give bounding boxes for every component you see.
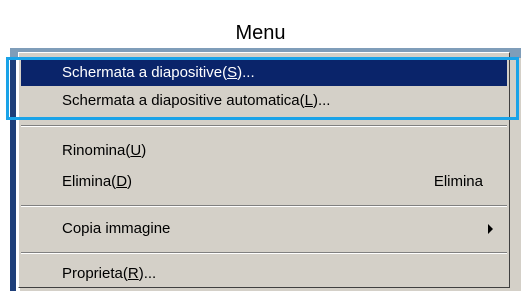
menu-item-shortcut: Elimina [433, 173, 483, 190]
menu-item-properties[interactable]: Proprieta(R)... [21, 260, 507, 287]
annotation-highlight-box [6, 57, 519, 120]
menu-item-delete[interactable]: Elimina(D) Elimina [21, 168, 507, 195]
page-title: Menu [235, 22, 286, 44]
menu-separator [21, 205, 507, 207]
menu-item-copy-image[interactable]: Copia immagine [21, 215, 507, 242]
menu-item-label: Copia immagine [62, 220, 171, 237]
menu-item-rename[interactable]: Rinomina(U) [21, 137, 507, 164]
menu-item-label: Elimina(D) [62, 173, 133, 190]
chevron-right-icon [488, 224, 493, 234]
menu-item-label: Proprieta(R)... [62, 265, 157, 282]
menu-separator [21, 252, 507, 254]
menu-separator [21, 125, 507, 127]
menu-item-label: Rinomina(U) [62, 142, 147, 159]
